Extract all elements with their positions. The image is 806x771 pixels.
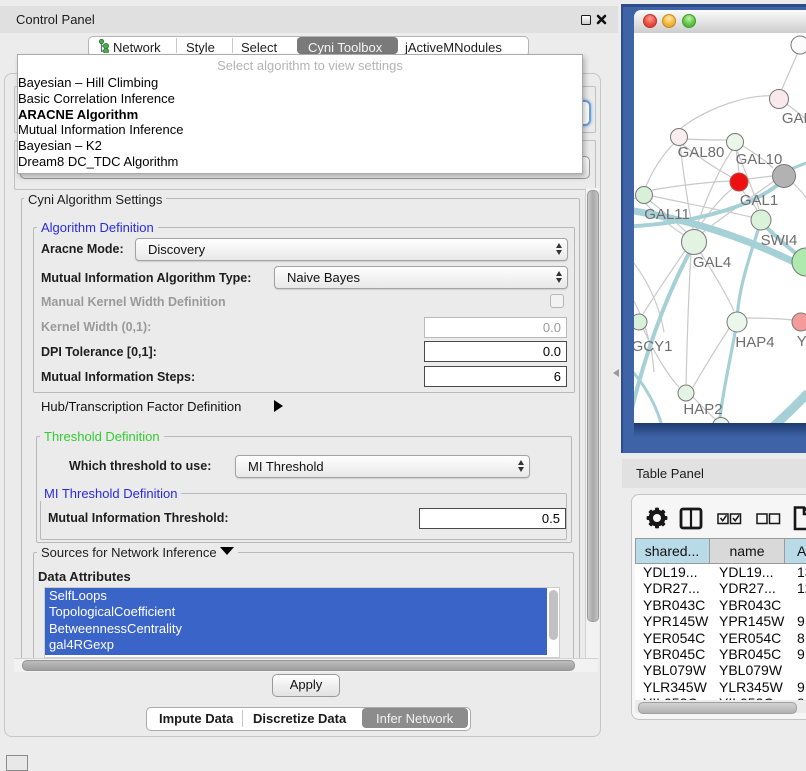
svg-text:SWI4: SWI4 — [761, 232, 798, 249]
svg-text:GAL80: GAL80 — [678, 144, 725, 161]
svg-text:GCY1: GCY1 — [634, 338, 672, 355]
svg-text:GAL1: GAL1 — [740, 192, 778, 209]
svg-text:HAP4: HAP4 — [735, 334, 774, 351]
svg-text:GAL10: GAL10 — [736, 151, 783, 168]
svg-text:HAP2: HAP2 — [683, 401, 722, 418]
svg-text:GAL4: GAL4 — [693, 254, 731, 271]
svg-text:YM: YM — [797, 333, 806, 350]
svg-text:GAL7: GAL7 — [782, 110, 806, 127]
svg-text:GAL11: GAL11 — [644, 206, 690, 223]
